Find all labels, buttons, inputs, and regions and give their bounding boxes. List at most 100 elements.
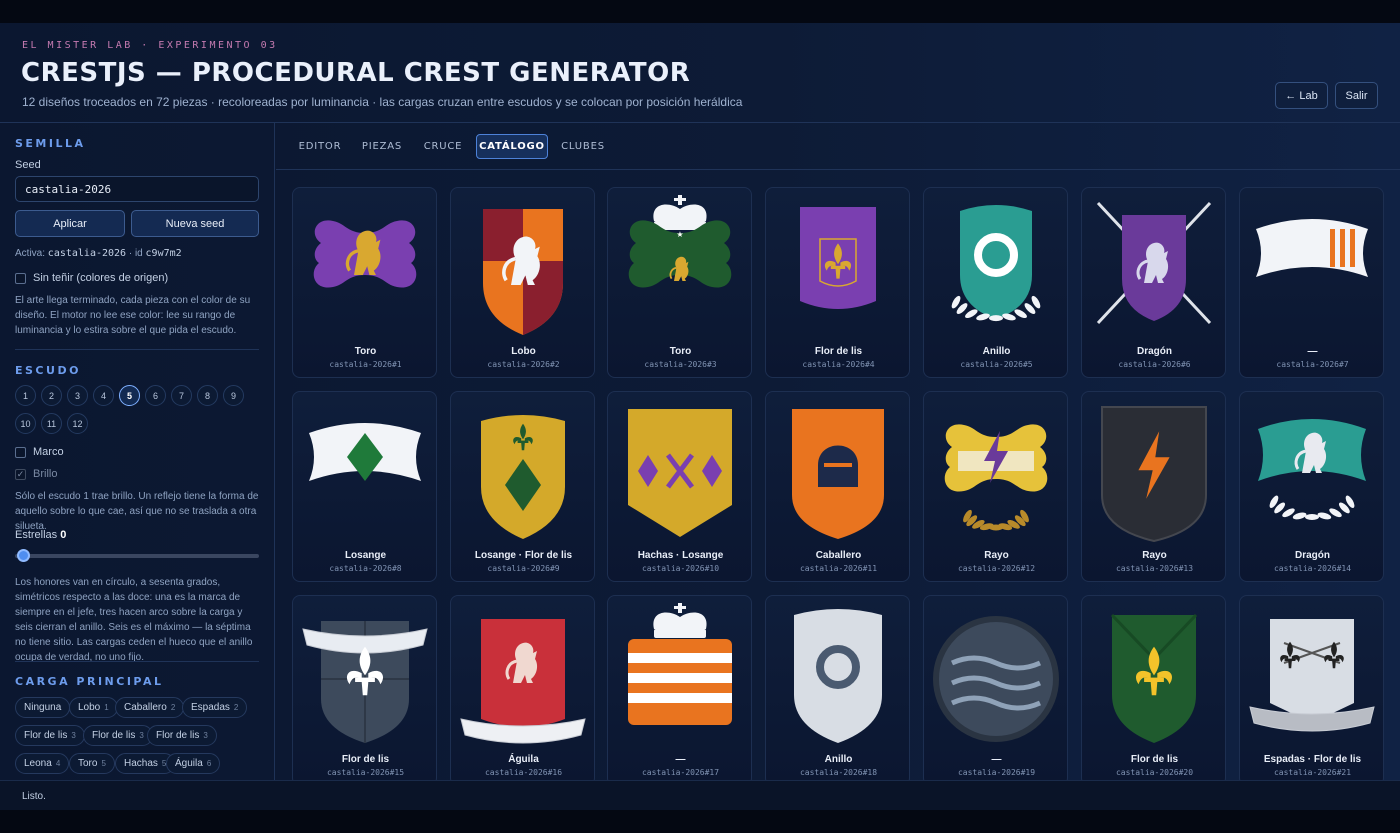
crest-id: castalia-2026#16 <box>484 768 563 777</box>
crest-name: Flor de lis <box>814 346 863 357</box>
crest-name: Toro <box>354 346 377 357</box>
charge-chip-count: 3 <box>139 731 144 740</box>
svg-text:★: ★ <box>676 230 683 239</box>
crest-card[interactable]: Rayo castalia-2026#13 <box>1081 391 1226 582</box>
page-subtitle: 12 diseños troceados en 72 piezas · reco… <box>22 95 743 109</box>
shield-option-12[interactable]: 12 <box>67 413 88 434</box>
crest-card[interactable]: Hachas · Losange castalia-2026#10 <box>607 391 752 582</box>
charge-chip[interactable]: Caballero 2 <box>115 697 185 718</box>
dragon-crest-icon <box>1096 201 1212 325</box>
no-tint-checkbox[interactable]: Sin teñir (colores de origen) <box>15 272 168 284</box>
crest-card[interactable]: Águila castalia-2026#16 <box>450 595 595 786</box>
shield-option-8[interactable]: 8 <box>197 385 218 406</box>
seed-label: Seed <box>15 159 41 171</box>
charge-chip[interactable]: Toro 5 <box>69 753 115 774</box>
back-to-lab-button[interactable]: ← Lab <box>1275 82 1328 109</box>
shine-checkbox[interactable]: ✓ Brillo <box>15 468 57 480</box>
shield-option-10[interactable]: 10 <box>15 413 36 434</box>
stars-help-text: Los honores van en círculo, a sesenta gr… <box>15 577 253 663</box>
shield-option-5[interactable]: 5 <box>119 385 140 406</box>
crest-card[interactable]: Flor de lis castalia-2026#20 <box>1081 595 1226 786</box>
crest-card[interactable]: Rayo castalia-2026#12 <box>923 391 1068 582</box>
active-seed-value: castalia-2026 <box>47 248 127 259</box>
charge-chip-label: Leona <box>24 758 52 769</box>
crest-name: Losange <box>344 550 387 561</box>
eyebrow-label: EL MISTER LAB · EXPERIMENTO 03 <box>22 40 278 51</box>
crest-name: Flor de lis <box>1130 754 1179 765</box>
seed-input[interactable]: castalia-2026 <box>15 176 259 202</box>
checkbox-box[interactable] <box>15 272 26 284</box>
crest-name: Lobo <box>511 346 536 357</box>
new-seed-button[interactable]: Nueva seed <box>131 210 259 237</box>
shield-option-9[interactable]: 9 <box>223 385 244 406</box>
frame-checkbox[interactable]: Marco <box>15 446 64 458</box>
crest-name: Toro <box>669 346 692 357</box>
crest-card[interactable]: Losange · Flor de lis castalia-2026#9 <box>450 391 595 582</box>
apply-seed-button[interactable]: Aplicar <box>15 210 125 237</box>
divider <box>15 349 259 350</box>
shield-option-3[interactable]: 3 <box>67 385 88 406</box>
crest-id: castalia-2026#1 <box>329 360 402 369</box>
crest-card[interactable]: Toro castalia-2026#1 <box>292 187 437 378</box>
charge-chip-count: 3 <box>203 731 208 740</box>
crest-card[interactable]: — castalia-2026#7 <box>1239 187 1384 378</box>
crest-card[interactable]: Flor de lis castalia-2026#15 <box>292 595 437 786</box>
charge-chip-label: Flor de lis <box>156 730 200 741</box>
crest-card[interactable]: ★ Toro castalia-2026#3 <box>607 187 752 378</box>
tab-editor[interactable]: EDITOR <box>294 134 346 159</box>
charge-chip[interactable]: Flor de lis 3 <box>83 725 153 746</box>
lightning-crest-icon <box>944 424 1048 531</box>
crest-card[interactable]: Dragón castalia-2026#6 <box>1081 187 1226 378</box>
shield-option-11[interactable]: 11 <box>41 413 62 434</box>
crest-id: castalia-2026#8 <box>329 564 402 573</box>
crest-name: — <box>675 754 686 765</box>
checkbox-box[interactable] <box>15 446 26 458</box>
charge-chip-label: Lobo <box>78 702 101 713</box>
charge-chip[interactable]: Águila 6 <box>166 753 221 774</box>
shield-option-1[interactable]: 1 <box>15 385 36 406</box>
crest-card[interactable]: Lobo castalia-2026#2 <box>450 187 595 378</box>
tab-cross[interactable]: CRUCE <box>418 134 468 159</box>
crest-id: castalia-2026#10 <box>641 564 720 573</box>
charge-chip-count: 3 <box>71 731 76 740</box>
crest-card[interactable]: Espadas · Flor de lis castalia-2026#21 <box>1239 595 1384 786</box>
crest-card[interactable]: — castalia-2026#19 <box>923 595 1068 786</box>
crest-id: castalia-2026#2 <box>487 360 560 369</box>
shine-label: Brillo <box>33 468 58 480</box>
shield-option-4[interactable]: 4 <box>93 385 114 406</box>
crest-card[interactable]: Anillo castalia-2026#18 <box>765 595 910 786</box>
tab-clubs[interactable]: CLUBES <box>556 134 610 159</box>
crest-card[interactable]: Dragón castalia-2026#14 <box>1239 391 1384 582</box>
crest-card[interactable]: Losange castalia-2026#8 <box>292 391 437 582</box>
charge-chip[interactable]: Flor de lis 3 <box>147 725 217 746</box>
crest-id: castalia-2026#5 <box>960 360 1033 369</box>
charge-chip-label: Ninguna <box>24 702 62 713</box>
status-bar: Listo. <box>0 780 1400 810</box>
crest-name: Flor de lis <box>341 754 390 765</box>
exit-button[interactable]: Salir <box>1335 82 1378 109</box>
fleur-de-lis-crest-icon <box>800 207 876 309</box>
charge-chip[interactable]: Flor de lis 3 <box>15 725 85 746</box>
crest-card[interactable]: Flor de lis castalia-2026#4 <box>765 187 910 378</box>
stars-slider-track[interactable] <box>15 554 259 558</box>
tab-pieces[interactable]: PIEZAS <box>356 134 408 159</box>
crest-card[interactable]: — castalia-2026#17 <box>607 595 752 786</box>
shield-option-2[interactable]: 2 <box>41 385 62 406</box>
crest-id: castalia-2026#15 <box>326 768 405 777</box>
shield-option-7[interactable]: 7 <box>171 385 192 406</box>
shield-option-6[interactable]: 6 <box>145 385 166 406</box>
crest-card[interactable]: Anillo castalia-2026#5 <box>923 187 1068 378</box>
lion-crest-icon <box>313 220 417 288</box>
charge-chip[interactable]: Leona 4 <box>15 753 70 774</box>
charge-chip[interactable]: Ninguna <box>15 697 71 718</box>
crest-name: Dragón <box>1137 346 1172 357</box>
charge-chip[interactable]: Lobo 1 <box>69 697 118 718</box>
charge-chip[interactable]: Espadas 2 <box>182 697 248 718</box>
stars-slider-thumb[interactable] <box>17 549 30 562</box>
checkbox-checked-icon[interactable]: ✓ <box>15 468 26 480</box>
active-seed-id: c9w7m2 <box>145 248 182 259</box>
tab-catalog[interactable]: CATÁLOGO <box>476 134 548 159</box>
crest-card[interactable]: Caballero castalia-2026#11 <box>765 391 910 582</box>
crest-name: — <box>1307 346 1318 357</box>
no-tint-label: Sin teñir (colores de origen) <box>33 272 169 284</box>
